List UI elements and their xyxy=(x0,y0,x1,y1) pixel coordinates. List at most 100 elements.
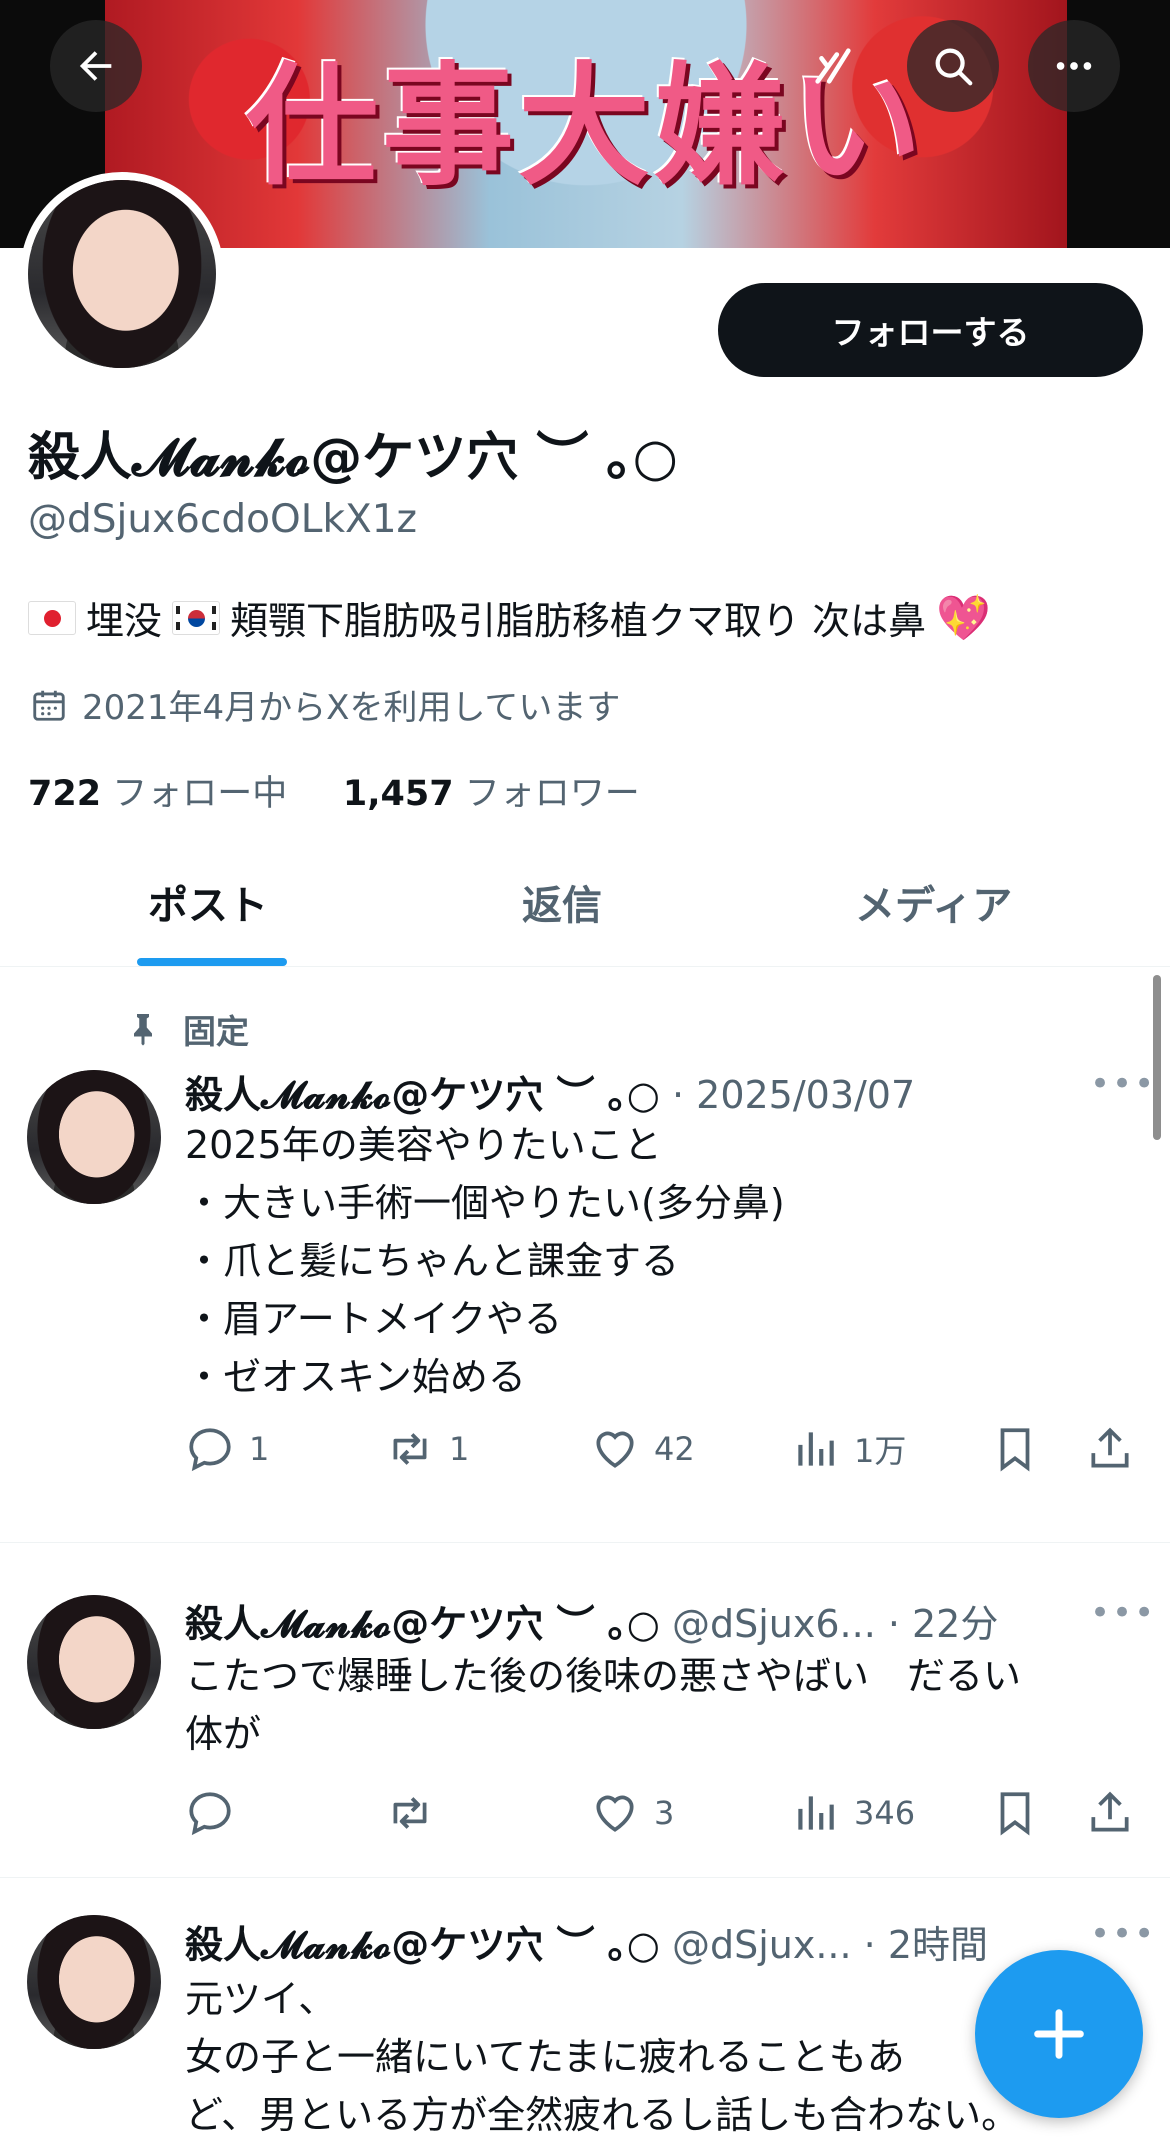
share-icon xyxy=(1091,1791,1129,1832)
post-avatar[interactable] xyxy=(27,1070,161,1204)
reply-count: 1 xyxy=(249,1430,270,1468)
bookmark-icon xyxy=(1000,1792,1030,1836)
more-options-button[interactable] xyxy=(1028,20,1120,112)
follow-button[interactable]: フォローする xyxy=(718,283,1143,377)
heart-icon xyxy=(596,1431,634,1468)
grok-button[interactable] xyxy=(787,20,879,112)
search-icon xyxy=(935,48,973,86)
post-item[interactable]: 固定 殺人𝓜𝓪𝓷𝓴𝓸@ケツ穴 ︶ ｡○ · 2025/03/07 ••• 202… xyxy=(0,968,1170,1543)
repost-icon xyxy=(393,1797,427,1829)
repost-button[interactable]: 1 xyxy=(385,1424,469,1474)
avatar-image xyxy=(27,1070,161,1204)
followers-link[interactable]: 1,457 フォロワー xyxy=(343,774,640,814)
share-button[interactable] xyxy=(1085,1424,1135,1474)
following-label: フォロー中 xyxy=(112,774,288,814)
japan-flag-icon xyxy=(28,600,76,635)
post-header: 殺人𝓜𝓪𝓷𝓴𝓸@ケツ穴 ︶ ｡○ · 2025/03/07 xyxy=(185,1064,915,1119)
like-count: 42 xyxy=(654,1430,695,1468)
more-horizontal-icon xyxy=(1056,62,1092,70)
post-handle-time: @dSjux... · 2時間 xyxy=(671,1923,989,1967)
post-text: こたつで爆睡した後の後味の悪さやばい だるい 体が xyxy=(185,1647,1021,1763)
views-button[interactable]: 346 xyxy=(790,1788,915,1838)
post-line: 元ツイ、 xyxy=(185,1977,337,2021)
scrollbar[interactable] xyxy=(1153,975,1161,1140)
sparkling-heart-icon: 💖 xyxy=(936,592,991,644)
post-more-icon[interactable]: ••• xyxy=(1090,1914,1156,1954)
tab-posts[interactable]: ポスト xyxy=(148,873,268,931)
post-author-name[interactable]: 殺人𝓜𝓪𝓷𝓴𝓸@ケツ穴 ︶ ｡○ xyxy=(185,1073,660,1117)
reply-icon xyxy=(189,1428,231,1472)
post-line: ど、男といる方が全然疲れるし話しも合わない。 xyxy=(185,2093,1020,2137)
bio-text-2: 頬顎下脂肪吸引脂肪移植クマ取り 次は鼻 xyxy=(230,599,927,643)
post-header: 殺人𝓜𝓪𝓷𝓴𝓸@ケツ穴 ︶ ｡○ @dSjux... · 2時間 xyxy=(185,1914,988,1969)
share-button[interactable] xyxy=(1085,1788,1135,1838)
post-line: こたつで爆睡した後の後味の悪さやばい だるい xyxy=(185,1654,1022,1698)
korea-flag-icon xyxy=(172,600,221,635)
post-author-name[interactable]: 殺人𝓜𝓪𝓷𝓴𝓸@ケツ穴 ︶ ｡○ xyxy=(185,1923,660,1967)
post-text: 元ツイ、 女の子と一緒にいてたまに疲れることもあ ど、男といる方が全然疲れるし話… xyxy=(185,1970,1019,2142)
follow-stats: 722 フォロー中 1,457 フォロワー xyxy=(28,765,640,816)
bookmark-icon xyxy=(1000,1428,1030,1472)
post-item[interactable]: 殺人𝓜𝓪𝓷𝓴𝓸@ケツ穴 ︶ ｡○ @dSjux6... · 22分 ••• こた… xyxy=(0,1543,1170,1878)
post-line: ・ゼオスキン始める xyxy=(185,1355,526,1399)
profile-tabs: ポスト 返信 メディア xyxy=(0,843,1170,967)
reply-button[interactable]: 1 xyxy=(185,1424,269,1474)
post-handle-time: @dSjux6... · 22分 xyxy=(671,1602,999,1646)
repost-button[interactable] xyxy=(385,1788,435,1838)
post-text: 2025年の美容やりたいこと ・大きい手術一個やりたい(多分鼻) ・爪と髪にちゃ… xyxy=(185,1116,785,1406)
followers-count: 1,457 xyxy=(342,774,454,814)
post-line: 2025年の美容やりたいこと xyxy=(185,1123,662,1167)
post-header: 殺人𝓜𝓪𝓷𝓴𝓸@ケツ穴 ︶ ｡○ @dSjux6... · 22分 xyxy=(185,1593,998,1648)
pinned-text: 固定 xyxy=(183,1012,249,1051)
like-button[interactable]: 42 xyxy=(590,1424,695,1474)
avatar-image xyxy=(28,180,216,368)
post-line: ・爪と髪にちゃんと課金する xyxy=(185,1239,680,1283)
following-count: 722 xyxy=(28,774,102,814)
post-timestamp: · 2025/03/07 xyxy=(671,1073,916,1117)
calendar-icon xyxy=(33,690,65,721)
like-count: 3 xyxy=(654,1794,675,1832)
post-more-icon[interactable]: ••• xyxy=(1090,1593,1156,1633)
active-tab-indicator xyxy=(137,958,287,966)
followers-label: フォロワー xyxy=(464,774,640,814)
post-avatar[interactable] xyxy=(27,1595,161,1729)
joined-date: 2021年4月からXを利用しています xyxy=(30,680,620,729)
reply-button[interactable] xyxy=(185,1788,235,1838)
tab-media[interactable]: メディア xyxy=(855,873,1012,931)
share-icon xyxy=(1091,1427,1129,1468)
back-arrow-icon xyxy=(79,51,112,81)
following-link[interactable]: 722 フォロー中 xyxy=(28,774,287,814)
views-button[interactable]: 1万 xyxy=(790,1424,906,1474)
display-name: 殺人𝓜𝓪𝓷𝓴𝓸@ケツ穴 ︶ ｡○ xyxy=(28,428,678,488)
post-line: ・眉アートメイクやる xyxy=(185,1297,562,1341)
view-count: 346 xyxy=(854,1794,916,1832)
avatar-image xyxy=(27,1915,161,2049)
bio-text-1: 埋没 xyxy=(86,599,163,643)
avatar-image xyxy=(27,1595,161,1729)
post-line: ・大きい手術一個やりたい(多分鼻) xyxy=(185,1181,785,1225)
grok-icon xyxy=(815,48,851,84)
post-actions: 1 1 42 1万 xyxy=(185,1424,1145,1480)
views-chart-icon xyxy=(798,1432,834,1466)
post-author-name[interactable]: 殺人𝓜𝓪𝓷𝓴𝓸@ケツ穴 ︶ ｡○ xyxy=(185,1602,660,1646)
post-line: 女の子と一緒にいてたまに疲れることもあ xyxy=(185,2035,905,2079)
post-avatar[interactable] xyxy=(27,1915,161,2049)
like-button[interactable]: 3 xyxy=(590,1788,674,1838)
tab-replies[interactable]: 返信 xyxy=(522,873,602,931)
bookmark-button[interactable] xyxy=(990,1788,1040,1838)
post-line: 体が xyxy=(185,1712,262,1756)
repost-icon xyxy=(393,1433,427,1465)
post-more-icon[interactable]: ••• xyxy=(1090,1064,1156,1104)
search-button[interactable] xyxy=(907,20,999,112)
reply-icon xyxy=(189,1792,231,1836)
compose-post-button[interactable] xyxy=(975,1950,1143,2118)
plus-icon xyxy=(1034,2009,1084,2059)
view-count: 1万 xyxy=(854,1432,907,1470)
post-actions: 3 346 xyxy=(185,1788,1145,1844)
profile-bio: 埋没 頬顎下脂肪吸引脂肪移植クマ取り 次は鼻 💖 xyxy=(28,590,991,645)
profile-avatar[interactable] xyxy=(20,172,224,376)
back-button[interactable] xyxy=(50,20,142,112)
heart-icon xyxy=(596,1795,634,1832)
bookmark-button[interactable] xyxy=(990,1424,1040,1474)
joined-text: 2021年4月からXを利用しています xyxy=(82,688,621,728)
